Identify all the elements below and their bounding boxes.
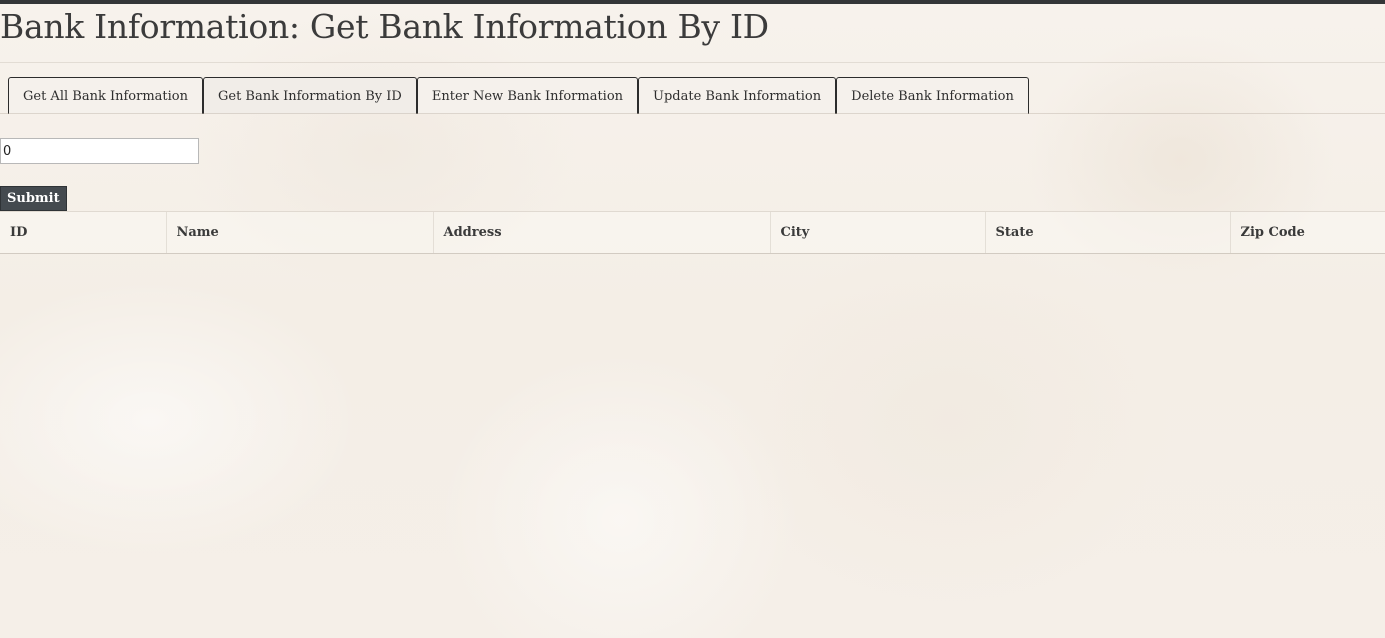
page-title: Bank Information: Get Bank Information B…: [0, 7, 769, 46]
column-header-id: ID: [0, 211, 166, 254]
table-header-row: ID Name Address City State Zip Code: [0, 211, 1385, 254]
tab-get-all-bank-information[interactable]: Get All Bank Information: [8, 77, 203, 114]
tabs-divider: [0, 113, 1385, 114]
tab-get-bank-information-by-id[interactable]: Get Bank Information By ID: [202, 77, 417, 114]
column-header-state: State: [984, 211, 1230, 254]
column-header-name: Name: [165, 211, 433, 254]
results-table: ID Name Address City State Zip Code: [0, 211, 1385, 254]
tab-update-bank-information[interactable]: Update Bank Information: [638, 77, 837, 114]
column-header-zip-code: Zip Code: [1229, 211, 1385, 254]
top-bar: [0, 0, 1385, 4]
tab-delete-bank-information[interactable]: Delete Bank Information: [836, 77, 1029, 114]
column-header-address: Address: [432, 211, 770, 254]
bank-id-input[interactable]: [0, 138, 199, 164]
tab-bar: Get All Bank Information Get Bank Inform…: [8, 77, 1029, 114]
title-divider: [0, 62, 1385, 63]
tab-enter-new-bank-information[interactable]: Enter New Bank Information: [416, 77, 639, 114]
submit-button[interactable]: Submit: [0, 186, 67, 211]
column-header-city: City: [769, 211, 985, 254]
